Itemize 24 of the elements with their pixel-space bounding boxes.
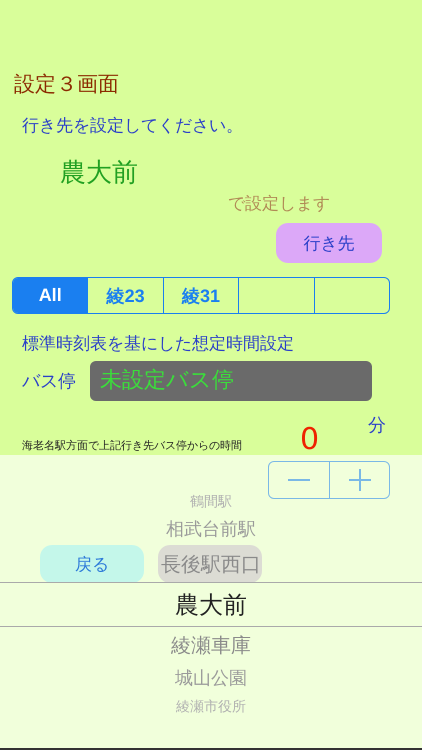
prompt-text: 行き先を設定してください。 xyxy=(22,115,244,137)
picker-item[interactable]: 農大前 xyxy=(175,583,247,626)
segment-tab[interactable]: 綾23 xyxy=(87,278,163,313)
picker-item[interactable]: 鶴間駅 xyxy=(190,490,232,514)
picker-item[interactable]: 綾瀬車庫 xyxy=(171,627,251,663)
picker-item[interactable]: 長後駅西口 xyxy=(161,546,261,582)
picker-item[interactable]: 相武台前駅 xyxy=(166,514,256,546)
segment-tab[interactable]: 綾31 xyxy=(162,278,238,313)
destination-name: 農大前 xyxy=(60,157,139,190)
minutes-unit: 分 xyxy=(368,414,386,438)
bus-stop-field[interactable]: 未設定バス停 xyxy=(90,361,372,401)
picker-item[interactable]: 綾瀬市役所 xyxy=(176,695,246,719)
minutes-value: 0 xyxy=(300,422,320,457)
plus-icon xyxy=(348,469,370,491)
section-title: 標準時刻表を基にした想定時間設定 xyxy=(22,333,295,355)
setting-suffix-text: で設定します xyxy=(228,193,330,215)
time-note: 海老名駅方面で上記行き先バス停からの時間 xyxy=(22,438,243,454)
back-button[interactable]: 戻る xyxy=(40,545,144,583)
segment-tab[interactable]: All xyxy=(13,278,88,313)
minus-icon xyxy=(288,479,310,481)
destination-button[interactable]: 行き先 xyxy=(276,223,382,263)
screen-title: 設定３画面 xyxy=(14,71,120,98)
picker-item[interactable]: 城山公園 xyxy=(175,663,247,695)
bus-stop-label: バス停 xyxy=(22,370,76,393)
